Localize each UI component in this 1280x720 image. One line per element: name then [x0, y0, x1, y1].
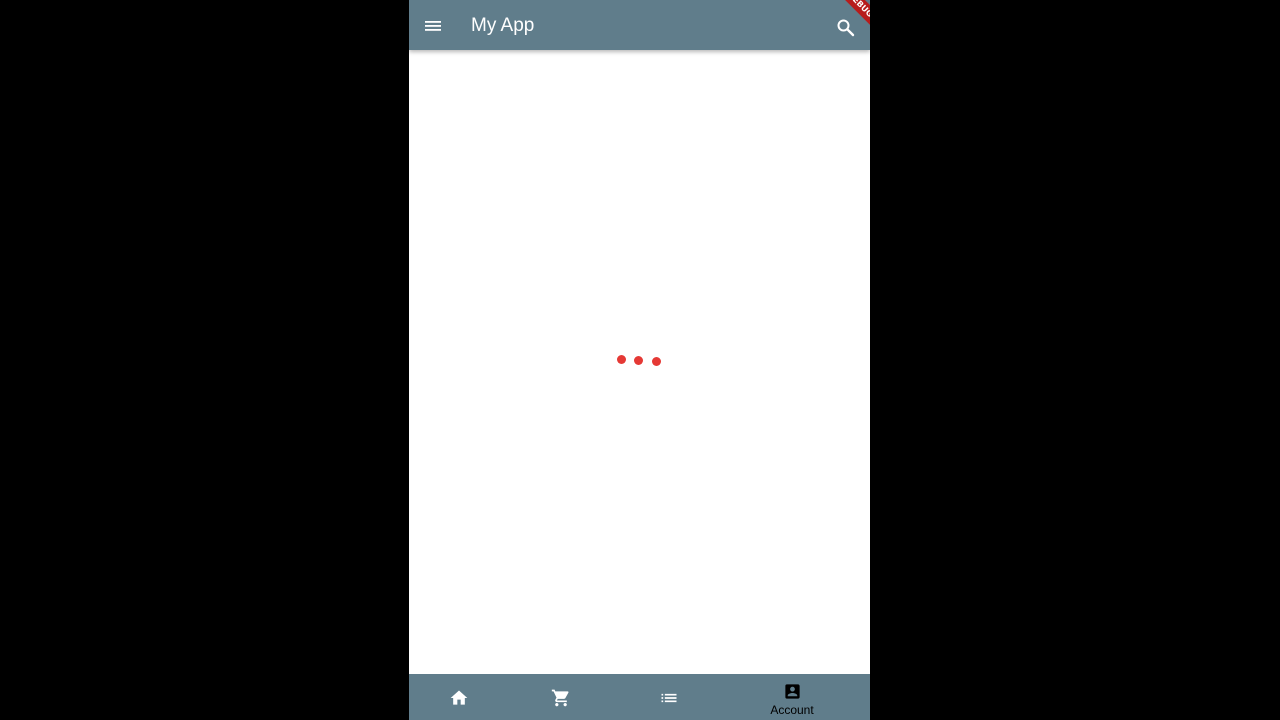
menu-button[interactable]	[421, 13, 445, 37]
bottom-navigation: Account	[409, 674, 870, 720]
app-bar: My App	[409, 0, 870, 50]
loading-dot	[634, 356, 643, 365]
app-title: My App	[471, 15, 535, 36]
nav-item-list[interactable]	[614, 674, 719, 720]
loading-indicator	[617, 355, 665, 367]
nav-label-account: Account	[770, 703, 814, 717]
menu-icon	[425, 21, 441, 31]
loading-dot	[617, 355, 626, 364]
search-button[interactable]	[834, 16, 858, 40]
home-icon	[450, 690, 468, 705]
nav-item-account[interactable]: Account	[742, 674, 842, 720]
search-icon	[837, 19, 855, 37]
loading-dot	[652, 357, 661, 366]
list-icon	[661, 693, 677, 703]
account-box-icon	[785, 684, 800, 699]
cart-icon	[551, 689, 569, 707]
main-content	[409, 50, 870, 674]
nav-item-cart[interactable]	[509, 674, 614, 720]
nav-item-home[interactable]	[409, 674, 509, 720]
app-screen: My App DEBUG Account	[409, 0, 870, 720]
